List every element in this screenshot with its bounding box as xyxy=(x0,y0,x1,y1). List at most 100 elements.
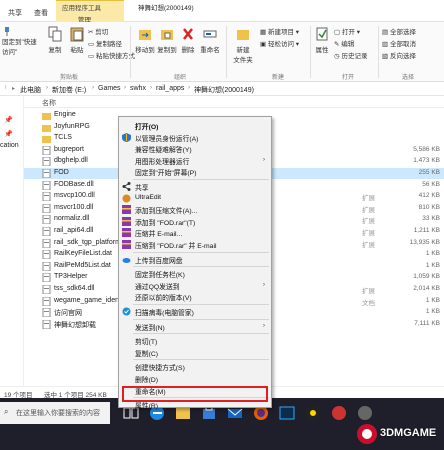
ribbon-body: 固定到"快速访问" 复制 粘贴 ✂ 剪切 ▭ 复制路径 ▭ 粘贴快捷方式 剪贴板… xyxy=(0,22,444,82)
select-all-icon: ▤ xyxy=(382,29,389,37)
menu-item-label: 剪切(T) xyxy=(135,339,158,347)
new-folder-button[interactable]: 新建 文件夹 xyxy=(230,26,256,64)
menu-item-label: 以管理员身份运行(A) xyxy=(135,135,199,143)
tab-share[interactable]: 共享 xyxy=(8,8,22,18)
select-all-button[interactable]: ▤ 全部选择 xyxy=(382,26,416,36)
menu-item-e-mail[interactable]: 压缩并 E-mail... xyxy=(119,227,271,238)
photoshop-icon[interactable] xyxy=(278,404,296,422)
submenu-arrow-icon: › xyxy=(262,321,265,329)
menu-item-ultraedit[interactable]: UltraEdit xyxy=(119,193,271,204)
menu-item-label: 共享 xyxy=(135,185,149,192)
menu-item-d[interactable]: 删除(D) xyxy=(119,373,271,384)
tab-view[interactable]: 查看 xyxy=(34,8,48,18)
new-item-button[interactable]: ▦ 新建项目 ▾ xyxy=(260,26,299,36)
file-icon xyxy=(42,169,51,178)
breadcrumb-this-pc[interactable]: 此电脑 xyxy=(20,85,41,95)
menu-item-a[interactable]: 添加到压缩文件(A)... xyxy=(119,204,271,215)
app-icon[interactable] xyxy=(330,404,348,422)
file-name: msvcr100.dll xyxy=(54,203,94,211)
menu-item-a[interactable]: 以管理员身份运行(A) xyxy=(119,132,271,143)
copy-button[interactable]: 复制 xyxy=(44,26,66,54)
menu-item-label: 添加到压缩文件(A)... xyxy=(135,208,198,216)
menu-item-fod-rar-e-mail[interactable]: 压缩到 "FOD.rar" 并 E-mail xyxy=(119,239,271,250)
file-icon xyxy=(42,145,51,155)
open-button[interactable]: ▢ 打开 ▾ xyxy=(334,26,360,36)
edit-button[interactable]: ✎ 编辑 xyxy=(334,38,354,48)
properties-ribbon-button[interactable]: 属性 xyxy=(312,26,332,54)
menu-item-c[interactable]: 复制(C) xyxy=(119,347,271,358)
shield-icon xyxy=(122,132,131,142)
menu-item-item-3[interactable]: 用图形处理器运行 › xyxy=(119,155,271,166)
file-icon xyxy=(42,250,51,260)
menu-item-n[interactable]: 发送到(N) › xyxy=(119,321,271,332)
menu-item-v[interactable]: 还原以前的版本(V) xyxy=(119,291,271,302)
breadcrumb-swhx[interactable]: swhx xyxy=(130,85,146,92)
address-bar[interactable]: ↑ ▸ 此电脑 › 新加卷 (E:) › Games › swhx › rail… xyxy=(0,82,444,96)
chevron-right-icon: › xyxy=(92,85,94,91)
file-icon xyxy=(42,180,51,190)
properties-icon xyxy=(316,27,328,41)
pin-icon xyxy=(5,27,9,36)
window-title: 神舞幻想(2000149) xyxy=(138,5,194,12)
file-icon xyxy=(42,238,51,248)
history-button[interactable]: ◷ 历史记录 xyxy=(334,50,367,60)
invert-selection-button[interactable]: ▧ 反向选择 xyxy=(382,50,416,60)
paste-shortcut-button[interactable]: ▭ 粘贴快捷方式 xyxy=(88,50,135,60)
pin-quick-access-button[interactable]: 固定到"快速访问" xyxy=(2,26,40,56)
menu-item-qq[interactable]: 通过QQ发送到 › xyxy=(119,280,271,291)
move-to-button[interactable]: 移动到 xyxy=(134,26,156,54)
copy-icon xyxy=(48,26,62,42)
select-none-button[interactable]: ▥ 全部取消 xyxy=(382,38,416,48)
file-icon xyxy=(42,215,51,225)
breadcrumb-games[interactable]: Games xyxy=(98,85,121,92)
menu-item-item-5[interactable]: 共享 xyxy=(119,181,271,192)
menu-item-s[interactable]: 创建快捷方式(S) xyxy=(119,361,271,372)
menu-item-label: 压缩到 "FOD.rar" 并 E-mail xyxy=(135,243,217,250)
3dm-logo-icon xyxy=(357,424,377,444)
menu-item-o[interactable]: 打开(O) xyxy=(119,120,271,131)
file-type: 扩展 xyxy=(362,241,375,249)
paste-button[interactable]: 粘贴 xyxy=(66,26,88,54)
copy-path-button[interactable]: ▭ 复制路径 xyxy=(88,38,122,48)
menu-item-t[interactable]: 剪切(T) xyxy=(119,335,271,346)
menu-item-p[interactable]: 固定到"开始"屏幕(P) xyxy=(119,166,271,177)
file-name: JoyfunRPG xyxy=(54,122,90,130)
file-size: 1 KB xyxy=(425,308,440,316)
menu-item-k[interactable]: 固定到任务栏(K) xyxy=(119,268,271,279)
nav-item-partial[interactable]: cation xyxy=(0,142,19,149)
menu-separator xyxy=(133,266,269,268)
rename-button[interactable]: 重命名 xyxy=(198,26,222,54)
menu-item-item-15[interactable]: 扫描病毒(电脑管家) xyxy=(119,306,271,317)
breadcrumb-volume[interactable]: 新加卷 (E:) xyxy=(52,85,86,95)
menu-item-label: 发送到(N) xyxy=(135,324,165,332)
file-size: 1,059 KB xyxy=(413,273,440,281)
game-icon[interactable] xyxy=(356,404,374,422)
copy-to-button[interactable]: 复制到 xyxy=(156,26,178,54)
taskbar-search-box[interactable]: ⌕ 在这里输入你要搜索的内容 xyxy=(0,402,110,424)
column-name-header[interactable]: 名称 xyxy=(42,98,56,108)
cut-button[interactable]: ✂ 剪切 xyxy=(88,26,108,36)
menu-item-y[interactable]: 兼容性疑难解答(Y) xyxy=(119,143,271,154)
delete-button[interactable]: 删除 xyxy=(178,26,198,54)
file-size: 13,935 KB xyxy=(409,238,440,246)
menu-item-item-11[interactable]: 上传到百度网盘 xyxy=(119,254,271,265)
new-item-icon: ▦ xyxy=(260,29,267,37)
archive-icon xyxy=(122,228,131,238)
copy-path-icon: ▭ xyxy=(88,41,95,49)
up-arrow-icon[interactable]: ↑ xyxy=(4,85,7,91)
breadcrumb-current-folder[interactable]: 神舞幻想(2000149) xyxy=(194,85,254,95)
menu-item-label: 通过QQ发送到 xyxy=(135,283,180,291)
breadcrumb-rail-apps[interactable]: rail_apps xyxy=(156,85,184,92)
file-name: FOD xyxy=(54,169,69,176)
file-size: 255 KB xyxy=(418,169,440,176)
file-name: Engine xyxy=(54,111,76,118)
easy-access-button[interactable]: ▣ 轻松访问 ▾ xyxy=(260,38,299,48)
watermark-logo: 3DMGAME xyxy=(356,422,438,446)
menu-item-label: 删除(D) xyxy=(135,377,159,384)
clipboard-group-label: 剪贴板 xyxy=(60,75,79,81)
chevron-right-icon: › xyxy=(150,85,152,91)
qq-icon[interactable] xyxy=(304,404,322,422)
menu-item-label: 压缩并 E-mail... xyxy=(135,231,183,239)
file-icon xyxy=(42,157,51,167)
menu-item-fod-rar-t[interactable]: 添加到 "FOD.rar"(T) xyxy=(119,216,271,227)
